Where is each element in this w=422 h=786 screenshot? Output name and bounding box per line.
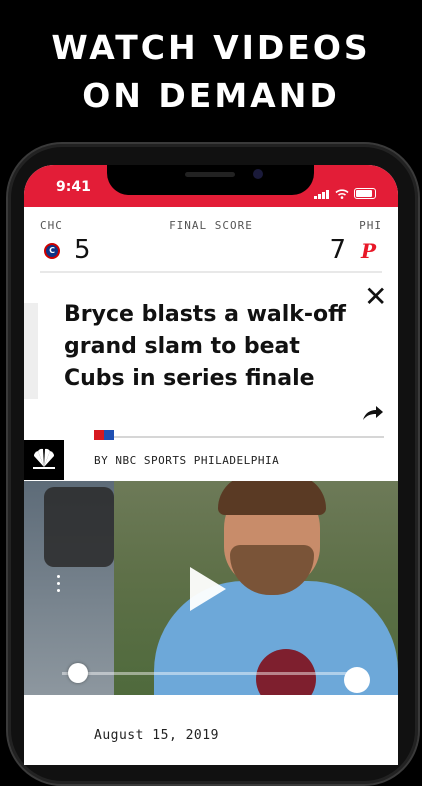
close-icon[interactable]: ✕ [364,283,387,311]
source-flag [94,430,114,440]
final-score-label: FINAL SCORE [169,219,253,232]
signal-icon [314,180,330,199]
divider [40,271,382,273]
away-score: 5 [74,235,91,265]
home-score: 7 [329,235,346,265]
play-icon[interactable] [190,567,226,611]
article-byline: BY NBC SPORTS PHILADELPHIA [94,454,280,467]
promo-line-1: WATCH VIDEOS [51,28,371,67]
cubs-logo-icon: C [44,243,60,259]
camera-icon [253,169,263,179]
more-options-icon[interactable] [57,575,60,592]
status-time: 9:41 [56,179,91,195]
home-team-abbr: PHI [359,219,382,232]
share-icon[interactable] [362,405,384,421]
battery-icon [354,188,376,199]
score-bar[interactable]: CHC FINAL SCORE PHI C 5 7 P [24,207,398,273]
system-icons [314,180,376,199]
phillies-logo-icon: P [360,239,376,263]
article-title: Bryce blasts a walk-off grand slam to be… [64,302,346,391]
video-frame-umpire [24,481,114,695]
peacock-icon [33,448,55,469]
promo-line-2: ON DEMAND [82,76,340,115]
video-player[interactable] [24,481,398,695]
phone-screen: 9:41 CHC FINAL SCORE PHI C 5 7 P ✕ Bryce… [24,165,398,765]
nbc-peacock-logo [24,440,64,480]
phone-notch [107,165,314,195]
video-progress-bar[interactable] [62,672,358,675]
card-edge [24,303,38,399]
promo-headline: WATCH VIDEOS ON DEMAND [0,24,422,120]
video-scrubber-handle[interactable] [68,663,88,683]
divider [114,436,384,438]
article-date: August 15, 2019 [94,728,219,743]
wifi-icon [335,189,349,199]
